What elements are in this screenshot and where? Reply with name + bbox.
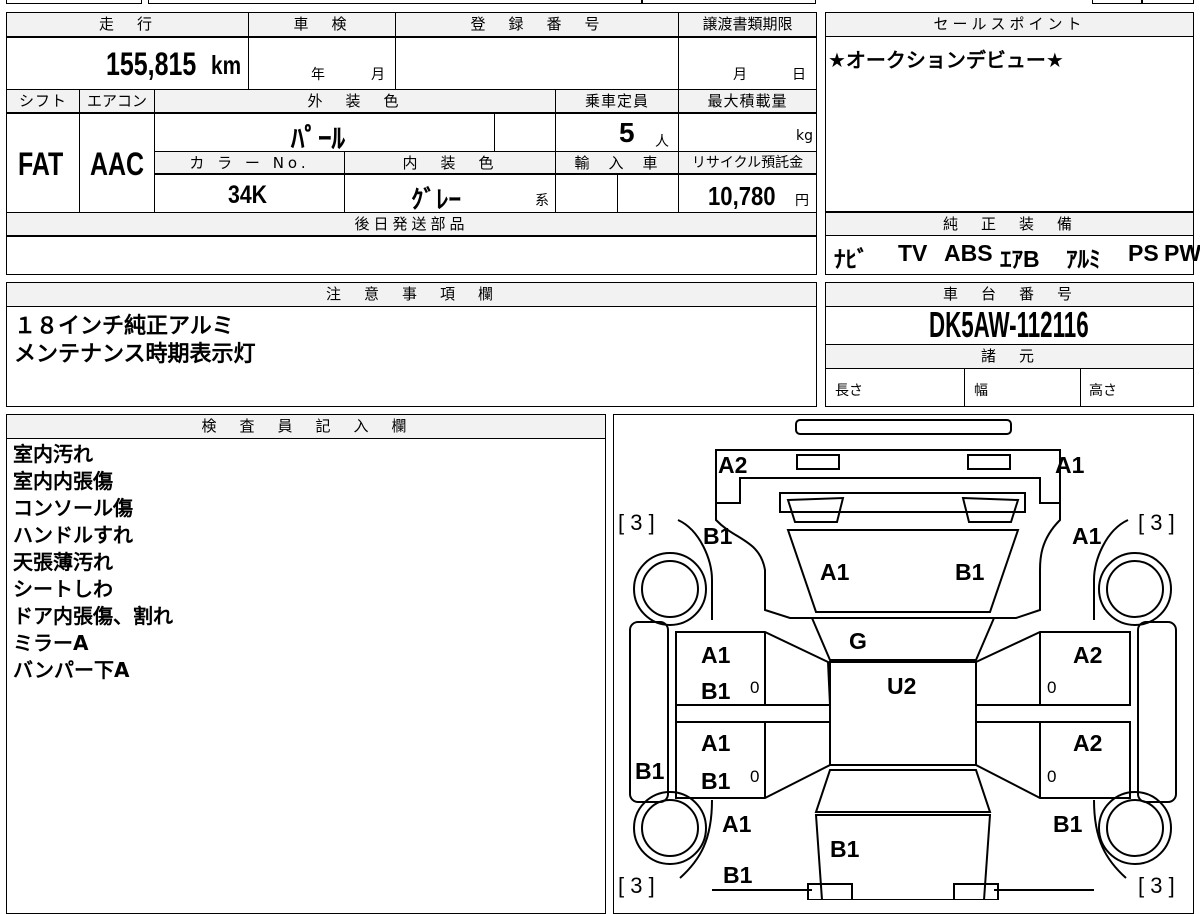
damage-code: G [849, 628, 867, 654]
damage-code: A2 [718, 452, 748, 478]
damage-code: B1 [955, 559, 985, 585]
damage-code: B1 [703, 523, 733, 549]
door-zero-marker: 0 [750, 678, 760, 697]
damage-code: A1 [701, 730, 731, 756]
door-zero-marker: 0 [1047, 678, 1057, 697]
tire-depth-rear-right: [ 3 ] [1138, 873, 1175, 898]
tire-depth-front-right: [ 3 ] [1138, 510, 1175, 535]
door-zero-marker: 0 [1047, 767, 1057, 786]
damage-code: B1 [723, 862, 753, 888]
damage-code: A1 [1072, 523, 1102, 549]
damage-code: A1 [820, 559, 850, 585]
damage-code: B1 [701, 678, 731, 704]
tire-depth-front-left: [ 3 ] [618, 510, 655, 535]
damage-code: B1 [830, 836, 860, 862]
damage-code: B1 [635, 758, 665, 784]
door-zero-marker: 0 [750, 767, 760, 786]
damage-code: A1 [722, 811, 752, 837]
car-outline-diagram [629, 419, 1177, 900]
damage-code: A2 [1073, 730, 1103, 756]
damage-code: B1 [1053, 811, 1083, 837]
damage-code: A1 [701, 642, 731, 668]
tire-depth-rear-left: [ 3 ] [618, 873, 655, 898]
damage-code: A1 [1055, 452, 1085, 478]
damage-code: A2 [1073, 642, 1103, 668]
damage-code: B1 [701, 768, 731, 794]
damage-code: U2 [887, 673, 917, 699]
